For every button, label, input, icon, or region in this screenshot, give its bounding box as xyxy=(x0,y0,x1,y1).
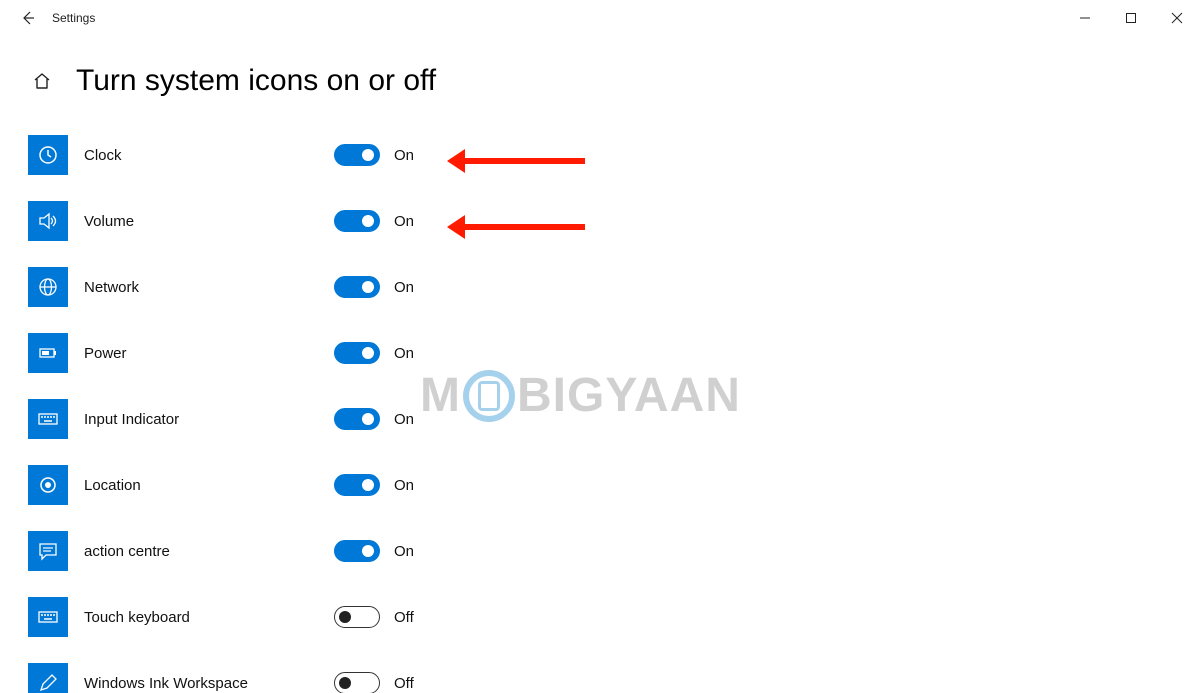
row-touch-keyboard: Touch keyboard Off xyxy=(28,584,1200,650)
row-label: action centre xyxy=(68,543,334,560)
row-clock: Clock On xyxy=(28,122,1200,188)
toggle-input-indicator[interactable] xyxy=(334,408,380,430)
toggle-state: Off xyxy=(380,675,414,692)
row-input-indicator: Input Indicator On xyxy=(28,386,1200,452)
window-controls xyxy=(1062,0,1200,36)
toggle-state: On xyxy=(380,477,414,494)
row-action-centre: action centre On xyxy=(28,518,1200,584)
toggle-state: On xyxy=(380,279,414,296)
toggle-state: On xyxy=(380,345,414,362)
back-button[interactable] xyxy=(8,10,48,26)
row-label: Network xyxy=(68,279,334,296)
row-volume: Volume On xyxy=(28,188,1200,254)
toggle-network[interactable] xyxy=(334,276,380,298)
row-network: Network On xyxy=(28,254,1200,320)
row-label: Touch keyboard xyxy=(68,609,334,626)
row-label: Volume xyxy=(68,213,334,230)
toggle-state: On xyxy=(380,213,414,230)
toggle-action-centre[interactable] xyxy=(334,540,380,562)
toggle-windows-ink[interactable] xyxy=(334,672,380,693)
toggle-clock[interactable] xyxy=(334,144,380,166)
keyboard-icon xyxy=(28,399,68,439)
toggle-state: On xyxy=(380,411,414,428)
row-label: Input Indicator xyxy=(68,411,334,428)
row-label: Power xyxy=(68,345,334,362)
row-label: Location xyxy=(68,477,334,494)
close-button[interactable] xyxy=(1154,0,1200,36)
clock-icon xyxy=(28,135,68,175)
toggle-location[interactable] xyxy=(334,474,380,496)
row-location: Location On xyxy=(28,452,1200,518)
toggle-touch-keyboard[interactable] xyxy=(334,606,380,628)
toggle-state: On xyxy=(380,147,414,164)
action-centre-icon xyxy=(28,531,68,571)
system-icons-list: Clock On Volume On Network On Power xyxy=(0,122,1200,693)
ink-workspace-icon xyxy=(28,663,68,693)
volume-icon xyxy=(28,201,68,241)
home-icon[interactable] xyxy=(28,71,56,91)
row-windows-ink: Windows Ink Workspace Off xyxy=(28,650,1200,693)
location-icon xyxy=(28,465,68,505)
power-icon xyxy=(28,333,68,373)
page-title: Turn system icons on or off xyxy=(76,64,436,98)
maximize-button[interactable] xyxy=(1108,0,1154,36)
touch-keyboard-icon xyxy=(28,597,68,637)
toggle-state: On xyxy=(380,543,414,560)
minimize-button[interactable] xyxy=(1062,0,1108,36)
page-header: Turn system icons on or off xyxy=(0,36,1200,122)
toggle-power[interactable] xyxy=(334,342,380,364)
network-icon xyxy=(28,267,68,307)
row-label: Clock xyxy=(68,147,334,164)
toggle-volume[interactable] xyxy=(334,210,380,232)
row-power: Power On xyxy=(28,320,1200,386)
toggle-state: Off xyxy=(380,609,414,626)
row-label: Windows Ink Workspace xyxy=(68,675,334,692)
window-titlebar: Settings xyxy=(0,0,1200,36)
window-title: Settings xyxy=(48,11,1062,25)
